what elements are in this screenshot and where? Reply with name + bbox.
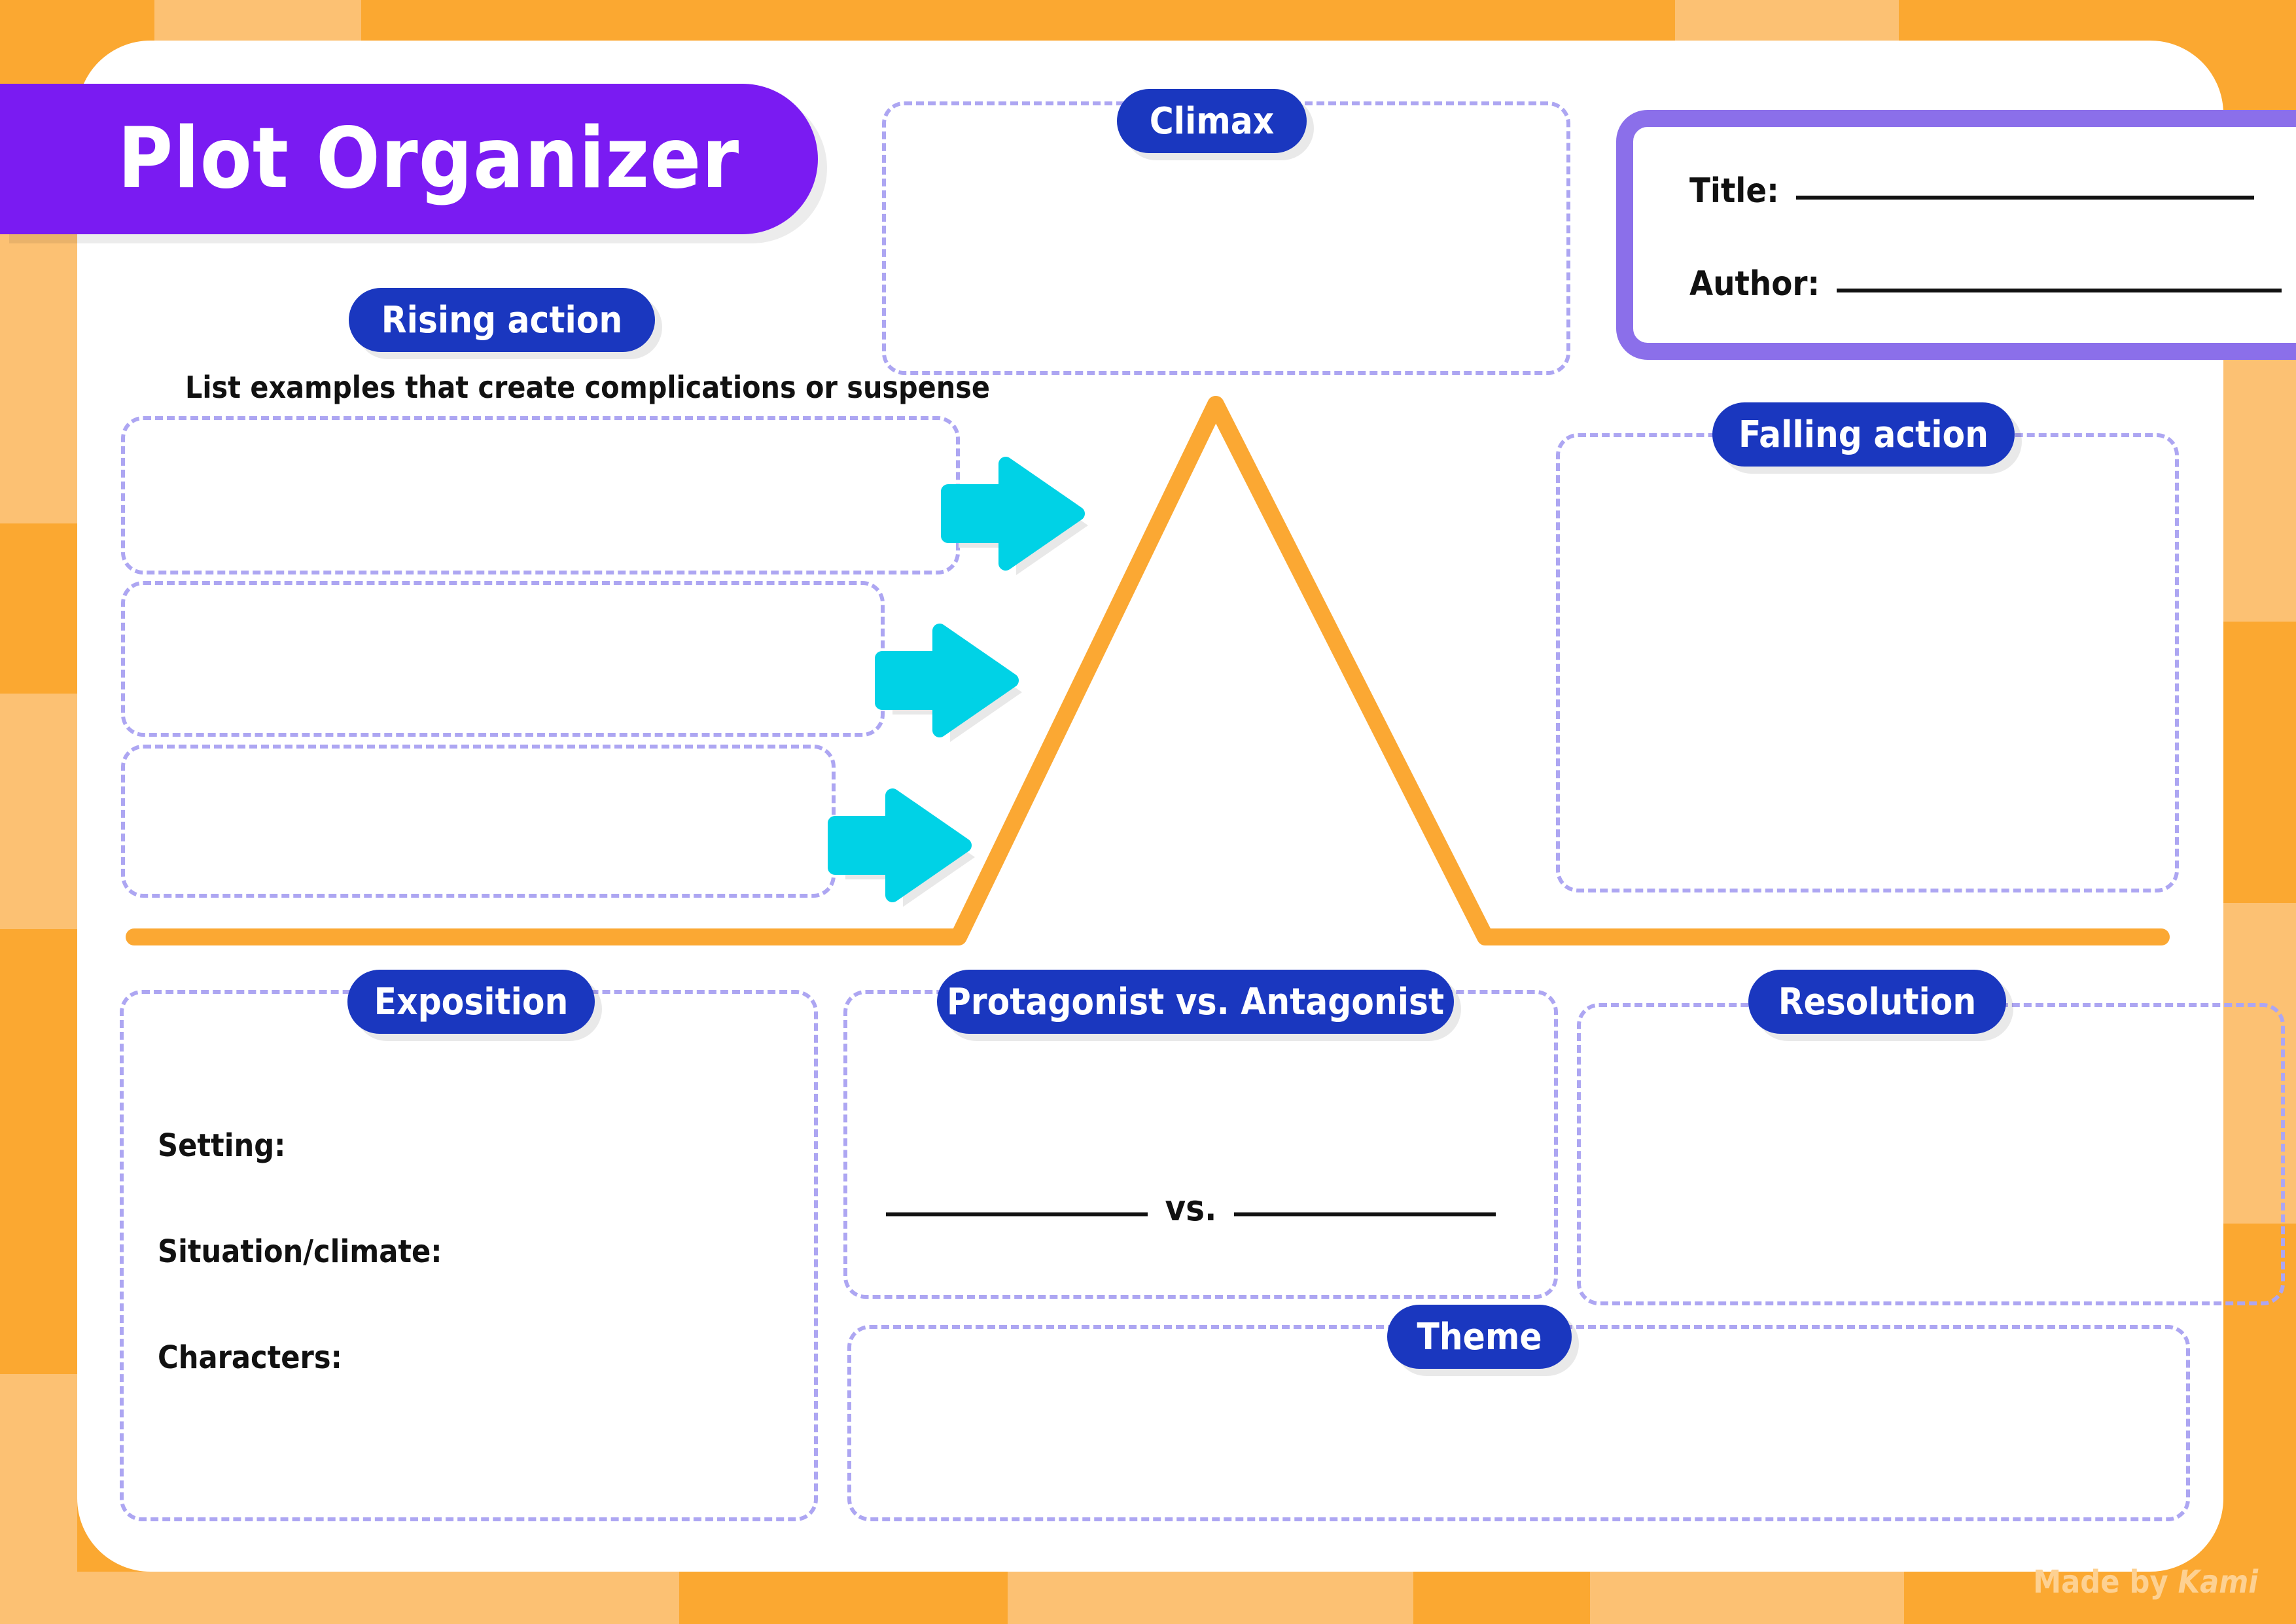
pill-rising-action-label: Rising action — [381, 298, 623, 342]
page-title: Plot Organizer — [117, 110, 740, 207]
worksheet-canvas: Plot Organizer Title: Author: Climax Ris… — [0, 0, 2296, 1624]
bg-block-top-1 — [154, 0, 361, 41]
author-field-row: Author: — [1689, 264, 2282, 304]
pill-falling-action: Falling action — [1712, 402, 2015, 467]
antagonist-input[interactable] — [1233, 1212, 1496, 1216]
kami-watermark: Made by Kami — [2033, 1564, 2258, 1600]
rising-action-box-1[interactable] — [121, 416, 960, 574]
resolution-box[interactable] — [1577, 1003, 2285, 1305]
pill-theme: Theme — [1387, 1305, 1572, 1369]
bg-block-left-3 — [0, 1374, 77, 1624]
pill-exposition-label: Exposition — [374, 980, 569, 1023]
pill-rising-action: Rising action — [349, 288, 655, 352]
protagonist-antagonist-box[interactable] — [843, 990, 1558, 1299]
rising-action-instruction: List examples that create complications … — [185, 370, 990, 405]
vs-label: vs. — [1165, 1188, 1217, 1229]
exposition-field-setting-label: Setting: — [158, 1127, 286, 1164]
exposition-field-characters-label: Characters: — [158, 1339, 342, 1376]
bg-block-left-2 — [0, 694, 77, 929]
pill-resolution-label: Resolution — [1778, 980, 1977, 1023]
kami-watermark-brand: Kami — [2178, 1564, 2258, 1600]
bg-block-left-1 — [0, 216, 77, 523]
exposition-field-situation-label: Situation/climate: — [158, 1233, 442, 1270]
pill-resolution: Resolution — [1748, 970, 2006, 1034]
pill-protagonist-antagonist-label: Protagonist vs. Antagonist — [946, 980, 1445, 1023]
bg-block-top-2 — [1675, 0, 1899, 41]
title-field-label: Title: — [1689, 171, 1779, 211]
pill-protagonist-antagonist: Protagonist vs. Antagonist — [937, 970, 1454, 1034]
rising-action-box-2[interactable] — [121, 581, 885, 737]
rising-action-box-3[interactable] — [121, 745, 836, 898]
pill-climax-label: Climax — [1149, 99, 1275, 143]
bg-block-bottom-3 — [1590, 1572, 1904, 1624]
pill-falling-action-label: Falling action — [1738, 413, 1989, 456]
pill-theme-label: Theme — [1417, 1315, 1542, 1358]
falling-action-box[interactable] — [1556, 433, 2179, 892]
protagonist-input[interactable] — [886, 1212, 1148, 1216]
pill-exposition: Exposition — [347, 970, 595, 1034]
bg-block-bottom-2 — [1008, 1572, 1413, 1624]
title-field-input[interactable] — [1795, 196, 2254, 200]
page-title-banner: Plot Organizer — [0, 84, 818, 234]
bg-block-bottom-1 — [77, 1572, 679, 1624]
author-field-input[interactable] — [1837, 289, 2282, 292]
author-field-label: Author: — [1689, 264, 1820, 304]
title-author-box: Title: Author: — [1616, 110, 2296, 360]
vs-row: vs. — [883, 1188, 1498, 1229]
title-field-row: Title: — [1689, 171, 2254, 211]
kami-watermark-prefix: Made by — [2033, 1564, 2178, 1600]
pill-climax: Climax — [1117, 89, 1307, 153]
